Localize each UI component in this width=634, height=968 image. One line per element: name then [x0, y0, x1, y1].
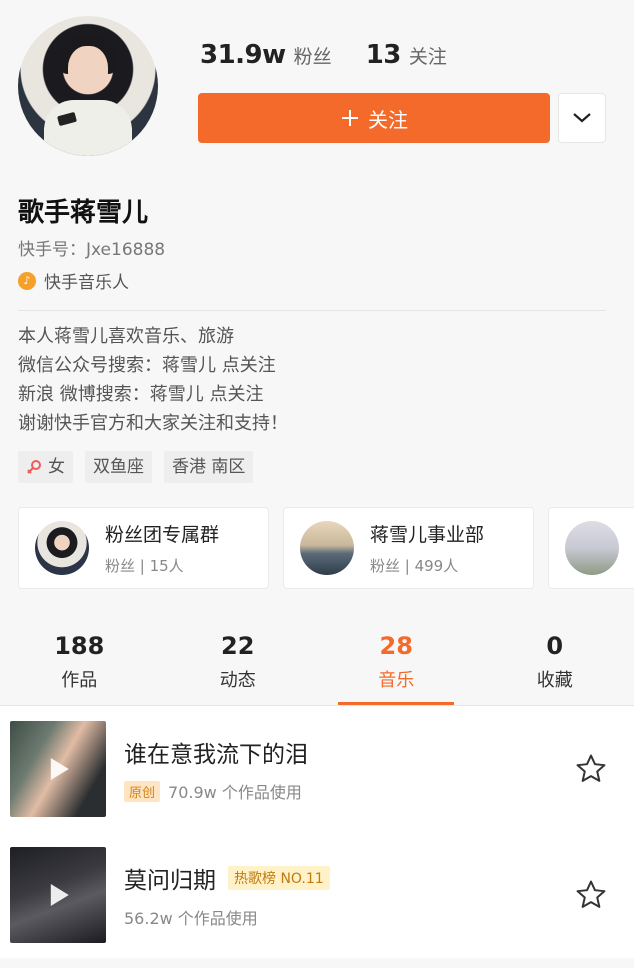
more-dropdown-button[interactable]: [558, 93, 606, 143]
list-item[interactable]: 谁在意我流下的泪 原创 70.9w 个作品使用: [0, 706, 634, 832]
tab-label: 作品: [61, 670, 98, 691]
bio-line: 新浪 微博搜索：蒋雪儿 点关注: [18, 384, 264, 405]
tab-favorites[interactable]: 0 收藏: [476, 620, 634, 705]
tab-count: 22: [221, 632, 255, 660]
profile-tabs: 188 作品 22 动态 28 音乐 0 收藏: [0, 620, 634, 706]
musician-badge[interactable]: ♪ 快手音乐人: [18, 268, 129, 293]
music-note-icon: ♪: [18, 271, 36, 290]
tab-works[interactable]: 188 作品: [0, 620, 159, 705]
group-avatar: [35, 521, 89, 575]
following-label[interactable]: 关注: [409, 42, 447, 69]
avatar-figure-face: [68, 46, 108, 94]
group-avatar: [300, 521, 354, 575]
bio-line: 微信公众号搜索：蒋雪儿 点关注: [18, 355, 276, 376]
follow-button-label: 关注: [368, 107, 408, 132]
fans-count[interactable]: 31.9w: [200, 40, 286, 70]
group-card[interactable]: 粉丝团专属群 粉丝 | 15人: [18, 507, 269, 589]
following-count[interactable]: 13: [366, 40, 402, 70]
tab-label: 收藏: [536, 670, 573, 691]
song-list: 谁在意我流下的泪 原创 70.9w 个作品使用 莫问归期 热歌榜 NO.11 5…: [0, 706, 634, 958]
profile-avatar[interactable]: [18, 16, 158, 156]
gender-tag: 女: [18, 451, 73, 483]
song-title: 谁在意我流下的泪: [124, 742, 308, 768]
divider: [18, 310, 606, 311]
profile-bio: 本人蒋雪儿喜欢音乐、旅游 微信公众号搜索：蒋雪儿 点关注 新浪 微博搜索：蒋雪儿…: [18, 322, 288, 438]
song-cover[interactable]: [10, 721, 106, 817]
play-icon: [50, 884, 69, 906]
star-icon[interactable]: [574, 752, 608, 786]
group-title: 粉丝团专属群: [105, 524, 220, 546]
original-badge: 原创: [124, 780, 161, 802]
profile-stats: 31.9w 粉丝 13 关注: [200, 40, 447, 70]
gender-tag-label: 女: [48, 457, 65, 477]
tab-count: 28: [379, 632, 413, 660]
female-icon: [27, 460, 41, 474]
tab-label: 音乐: [378, 670, 415, 691]
hot-chart-badge: 热歌榜 NO.11: [228, 866, 330, 890]
profile-tags: 女 双鱼座 香港 南区: [18, 451, 254, 483]
tab-music[interactable]: 28 音乐: [317, 620, 476, 705]
location-tag: 香港 南区: [164, 451, 254, 483]
bio-line: 谢谢快手官方和大家关注和支持！: [18, 413, 288, 434]
song-meta: 56.2w 个作品使用: [124, 909, 258, 928]
follow-button[interactable]: 关注: [198, 93, 550, 143]
group-title: 蒋雪儿事业部: [370, 524, 485, 546]
chevron-down-icon: [573, 113, 591, 123]
profile-name: 歌手蒋雪儿: [18, 198, 149, 228]
avatar-figure-body: [44, 100, 132, 156]
group-avatar: [565, 521, 619, 575]
zodiac-tag: 双鱼座: [85, 451, 152, 483]
song-cover[interactable]: [10, 847, 106, 943]
song-title: 莫问归期 热歌榜 NO.11: [124, 861, 330, 895]
tab-label: 动态: [219, 670, 256, 691]
list-item[interactable]: 莫问归期 热歌榜 NO.11 56.2w 个作品使用: [0, 832, 634, 958]
fans-label[interactable]: 粉丝: [294, 42, 332, 69]
song-meta: 原创 70.9w 个作品使用: [124, 779, 308, 803]
musician-badge-label: 快手音乐人: [44, 273, 129, 293]
group-members: 粉丝 | 499人: [370, 557, 459, 575]
kuaishou-id[interactable]: 快手号：Jxe16888: [18, 235, 165, 260]
group-members: 粉丝 | 15人: [105, 557, 184, 575]
play-icon: [50, 758, 69, 780]
group-card[interactable]: 蒋雪儿事业部 粉丝 | 499人: [283, 507, 534, 589]
plus-icon: [342, 110, 358, 126]
tab-count: 0: [546, 632, 564, 660]
star-icon[interactable]: [574, 878, 608, 912]
tab-moments[interactable]: 22 动态: [159, 620, 318, 705]
tab-count: 188: [54, 632, 105, 660]
group-cards: 粉丝团专属群 粉丝 | 15人 蒋雪儿事业部 粉丝 | 499人: [18, 507, 634, 589]
group-card-partial[interactable]: [548, 507, 634, 589]
bio-line: 本人蒋雪儿喜欢音乐、旅游: [18, 326, 234, 347]
